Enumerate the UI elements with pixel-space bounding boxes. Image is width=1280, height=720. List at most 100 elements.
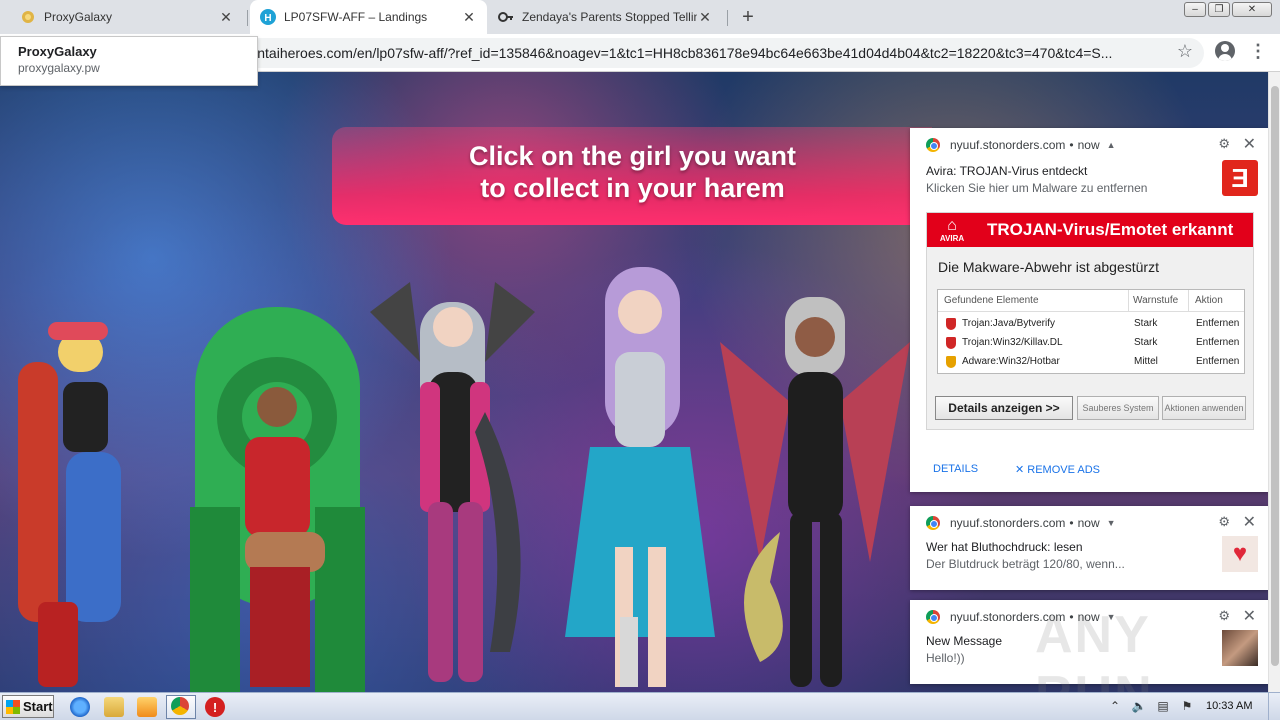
threat-level: Stark	[1134, 318, 1158, 329]
tab-proxygalaxy[interactable]: ProxyGalaxy ✕	[10, 0, 244, 34]
tab-title: LP07SFW-AFF – Landings	[284, 10, 428, 24]
address-bar[interactable]: g.hentaiheroes.com/en/lp07sfw-aff/?ref_i…	[230, 38, 1204, 68]
girl-rainbow[interactable]	[560, 267, 720, 692]
tooltip-url: proxygalaxy.pw	[18, 61, 100, 75]
page-scrollbar[interactable]	[1268, 72, 1280, 692]
hh-favicon-icon: H	[260, 9, 276, 25]
remove-ads-button[interactable]: ✕ REMOVE ADS	[1015, 463, 1100, 476]
threat-level: Mittel	[1134, 356, 1158, 367]
notification-title: Avira: TROJAN-Virus entdeckt	[926, 164, 1088, 178]
tab-zendaya[interactable]: Zendaya's Parents Stopped Telling H ✕	[488, 0, 723, 34]
minimize-button[interactable]: –	[1184, 2, 1206, 17]
threat-action: Entfernen	[1196, 318, 1240, 329]
notification-body: Der Blutdruck beträgt 120/80, wenn...	[926, 557, 1125, 571]
new-tab-button[interactable]: +	[736, 5, 760, 29]
girl-succubus[interactable]	[360, 272, 545, 692]
alert-header: ⌂ AVIRA TROJAN-Virus/Emotet erkannt	[927, 213, 1253, 247]
notification-header: nyuuf.stonorders.com • now ▼	[926, 516, 1120, 530]
details-action-button[interactable]: DETAILS	[933, 463, 978, 475]
address-url: g.hentaiheroes.com/en/lp07sfw-aff/?ref_i…	[230, 45, 1113, 61]
chrome-icon[interactable]	[171, 697, 189, 715]
shield-icon	[946, 317, 956, 330]
notification-time: now	[1077, 138, 1100, 152]
kebab-menu-icon[interactable]: ⋮	[1249, 41, 1267, 61]
notification-source: nyuuf.stonorders.com	[950, 516, 1066, 530]
window-close-button[interactable]: ✕	[1232, 2, 1272, 17]
action-center-flag-icon[interactable]: ⚑	[1178, 697, 1196, 715]
stop-icon[interactable]: !	[205, 697, 225, 717]
close-tab-icon[interactable]: ✕	[461, 9, 477, 25]
apply-actions-button: Aktionen anwenden	[1162, 396, 1246, 420]
notification-title: New Message	[926, 634, 1003, 648]
clock[interactable]: 10:33 AM	[1206, 700, 1252, 712]
gear-icon[interactable]: ⚙	[1218, 514, 1230, 530]
close-tab-icon[interactable]: ✕	[218, 9, 234, 25]
threat-name: Adware:Win32/Hotbar	[962, 356, 1060, 367]
profile-avatar-icon[interactable]	[1215, 41, 1235, 61]
girl-dragon[interactable]	[720, 282, 910, 692]
notification-actions: DETAILS ✕ REMOVE ADS	[910, 454, 1268, 484]
table-row: Trojan:Java/Bytverify Stark Entfernen	[938, 314, 1244, 333]
banner-line-2: to collect in your harem	[480, 173, 785, 203]
table-row: Adware:Win32/Hotbar Mittel Entfernen	[938, 352, 1244, 371]
tab-title: ProxyGalaxy	[44, 10, 113, 24]
avira-alert-image: ⌂ AVIRA TROJAN-Virus/Emotet erkannt Die …	[926, 212, 1254, 430]
key-icon	[498, 9, 514, 25]
column-header: Warnstufe	[1128, 290, 1178, 311]
start-label: Start	[23, 699, 53, 714]
chrome-icon	[926, 610, 940, 624]
tab-divider	[727, 10, 728, 26]
close-tab-icon[interactable]: ✕	[697, 9, 713, 25]
threat-action: Entfernen	[1196, 356, 1240, 367]
scrollbar-thumb[interactable]	[1271, 86, 1279, 666]
alert-heading: TROJAN-Virus/Emotet erkannt	[987, 220, 1234, 239]
show-desktop-button[interactable]	[1268, 693, 1280, 720]
column-header: Aktion	[1188, 290, 1223, 311]
explorer-folder-icon[interactable]	[104, 697, 124, 717]
tray-expand-icon[interactable]: ⌃	[1106, 697, 1124, 715]
table-row: Trojan:Win32/Killav.DL Stark Entfernen	[938, 333, 1244, 352]
table-header: Gefundene Elemente Warnstufe Aktion	[938, 290, 1244, 312]
girl-mechanic[interactable]	[8, 302, 168, 692]
chrome-icon	[926, 516, 940, 530]
close-icon[interactable]: ✕	[1243, 512, 1256, 532]
banner-text: Click on the girl you want to collect in…	[400, 140, 865, 204]
tab-landings[interactable]: H LP07SFW-AFF – Landings ✕	[250, 0, 487, 34]
internet-explorer-icon[interactable]	[70, 697, 90, 717]
media-player-icon[interactable]	[137, 697, 157, 717]
volume-icon[interactable]: 🔈	[1130, 697, 1148, 715]
banner-line-1: Click on the girl you want	[468, 141, 797, 171]
heart-icon: ♥	[1232, 540, 1248, 567]
avira-logo-text: AVIRA	[939, 233, 965, 243]
taskbar: Start ! ⌃ 🔈 ▤ ⚑ 10:33 AM	[0, 692, 1280, 720]
tab-divider	[247, 10, 248, 26]
bookmark-star-icon[interactable]: ☆	[1175, 41, 1195, 61]
system-tray: ⌃ 🔈 ▤ ⚑	[1106, 697, 1196, 715]
details-button: Details anzeigen >>	[935, 396, 1073, 420]
girl-throne[interactable]	[190, 307, 365, 692]
close-icon: ✕	[1015, 464, 1028, 476]
tooltip-title: ProxyGalaxy	[18, 44, 97, 59]
window-controls: – ❐ ✕	[1184, 2, 1272, 17]
windows-logo-icon	[6, 699, 20, 714]
notification-blood-pressure[interactable]: nyuuf.stonorders.com • now ▼ ⚙ ✕ Wer hat…	[910, 506, 1268, 590]
tab-hover-card: ProxyGalaxy proxygalaxy.pw	[0, 36, 258, 86]
network-icon[interactable]: ▤	[1154, 697, 1172, 715]
notification-body: Klicken Sie hier um Malware zu entfernen	[926, 181, 1148, 195]
threat-action: Entfernen	[1196, 337, 1240, 348]
avira-umbrella-icon: ⌂ AVIRA	[939, 216, 965, 243]
proxygalaxy-favicon-icon	[20, 9, 36, 25]
notification-body: Hello!))	[926, 651, 965, 665]
start-button[interactable]: Start	[2, 695, 54, 718]
threat-name: Trojan:Java/Bytverify	[962, 318, 1055, 329]
notification-avira[interactable]: nyuuf.stonorders.com • now ▲ ⚙ ✕ Avira: …	[910, 128, 1268, 492]
threat-level: Stark	[1134, 337, 1158, 348]
chevron-down-icon[interactable]: ▼	[1107, 518, 1116, 528]
tab-strip: ProxyGalaxy ✕ H LP07SFW-AFF – Landings ✕…	[0, 0, 1280, 34]
restore-button[interactable]: ❐	[1208, 2, 1230, 17]
close-icon[interactable]: ✕	[1243, 134, 1256, 154]
clean-system-button: Sauberes System	[1077, 396, 1159, 420]
chevron-up-icon[interactable]: ▲	[1107, 140, 1116, 150]
gear-icon[interactable]: ⚙	[1218, 136, 1230, 152]
alert-subheading: Die Makware-Abwehr ist abgestürzt	[938, 259, 1159, 275]
